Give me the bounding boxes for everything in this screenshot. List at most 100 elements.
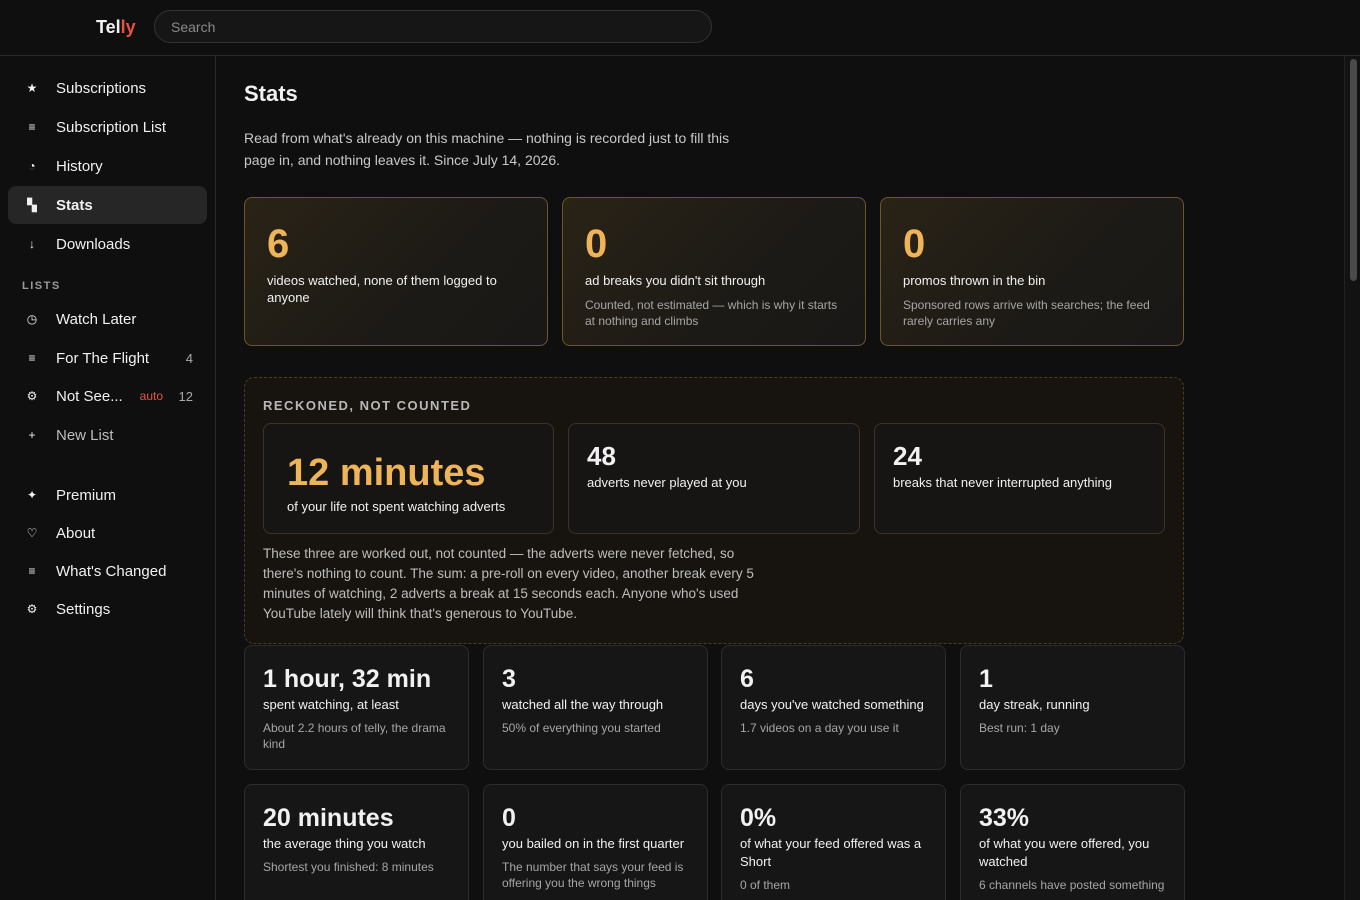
sidebar: ★ Subscriptions ≡ Subscription List ◔ Hi… — [0, 56, 216, 900]
sidebar-item-subscriptions[interactable]: ★ Subscriptions — [8, 69, 207, 107]
stat-label: the average thing you watch — [263, 836, 426, 851]
sidebar-item-label: New List — [56, 426, 114, 444]
sidebar-item-label: Premium — [56, 486, 117, 504]
sidebar-item-label: Not See... — [56, 387, 123, 405]
stat-card-days-watched: 6 days you've watched something 1.7 vide… — [721, 645, 946, 770]
stat-value: 24 — [893, 441, 922, 471]
stat-label: spent watching, at least — [263, 697, 399, 712]
section-title: RECKONED, NOT COUNTED — [263, 398, 472, 413]
sidebar-item-label: History — [56, 157, 103, 175]
sidebar-item-label: About — [56, 524, 96, 542]
stat-value: 0 — [502, 804, 516, 832]
stat-note: About 2.2 hours of telly, the drama kind — [263, 721, 446, 751]
sidebar-item-label: Subscription List — [56, 118, 167, 136]
stat-note: 0 of them — [740, 878, 791, 892]
stat-label: you bailed on in the first quarter — [502, 836, 685, 851]
sidebar-item-label: Subscriptions — [56, 79, 147, 97]
stat-note: Sponsored rows arrive with searches; the… — [903, 298, 1150, 328]
stat-value: 6 — [267, 222, 290, 266]
sidebar-item-label: For The Flight — [56, 349, 150, 367]
sidebar-item-label: Settings — [56, 600, 111, 618]
stat-label: ad breaks you didn't sit through — [585, 273, 766, 288]
stat-value: 1 hour, 32 min — [263, 665, 432, 693]
heart-icon: ♡ — [26, 526, 38, 540]
reckoned-explanation: These three are worked out, not counted … — [263, 546, 754, 621]
stat-card-streak: 1 day streak, running Best run: 1 day — [960, 645, 1185, 770]
lists-section-label: LISTS — [22, 280, 61, 292]
list-icon: ≡ — [28, 120, 36, 134]
stat-label: of what your feed offered was a Short — [740, 836, 922, 869]
stat-note: 50% of everything you started — [502, 721, 661, 735]
stat-note: Shortest you finished: 8 minutes — [263, 860, 434, 874]
stat-note: 6 channels have posted something — [979, 878, 1165, 892]
sidebar-item-label: What's Changed — [56, 562, 167, 580]
sidebar-item-label: Watch Later — [56, 310, 137, 328]
sidebar-item-not-seen[interactable]: ⚙ Not See... auto 12 — [8, 377, 207, 415]
sidebar-item-about[interactable]: ♡ About — [8, 514, 207, 552]
logo-text: Tel — [96, 17, 121, 37]
scrollbar-thumb[interactable] — [1350, 59, 1357, 281]
sidebar-item-whats-changed[interactable]: ≡ What's Changed — [8, 552, 207, 590]
stats-page: Stats Read from what's already on this m… — [216, 56, 1344, 900]
list-count: 12 — [178, 388, 193, 404]
stat-value: 6 — [740, 665, 754, 693]
sidebar-item-watch-later[interactable]: ◷ Watch Later — [8, 300, 207, 338]
new-list-button[interactable]: + New List — [8, 416, 207, 454]
list-icon: ≡ — [28, 564, 36, 578]
search-input[interactable] — [154, 10, 712, 43]
stat-value: 1 — [979, 665, 993, 693]
stat-card-bailed: 0 you bailed on in the first quarter The… — [483, 784, 708, 900]
sidebar-item-settings[interactable]: ⚙ Settings — [8, 590, 207, 628]
stat-value: 20 minutes — [263, 804, 394, 832]
reckoned-section: RECKONED, NOT COUNTED 12 minutes of your… — [244, 377, 1184, 644]
gear-icon: ⚙ — [26, 389, 38, 403]
stat-value: 0 — [903, 222, 926, 266]
stat-label: watched all the way through — [502, 697, 664, 712]
stat-label: of your life not spent watching adverts — [287, 499, 506, 514]
reckoned-card-time-saved: 12 minutes of your life not spent watchi… — [263, 423, 554, 534]
app-logo[interactable]: Telly — [96, 17, 136, 38]
sidebar-item-premium[interactable]: ✦ Premium — [8, 476, 207, 514]
stat-label: videos watched, none of them logged to a… — [267, 273, 497, 305]
bar-chart-icon: ▚ — [27, 198, 37, 212]
plus-icon: + — [28, 428, 36, 442]
stat-note: Counted, not estimated — which is why it… — [585, 298, 838, 328]
reckoned-card-breaks: 24 breaks that never interrupted anythin… — [874, 423, 1165, 534]
hero-card-ad-breaks: 0 ad breaks you didn't sit through Count… — [562, 197, 866, 346]
stat-label: of what you were offered, you watched — [979, 836, 1150, 869]
stat-card-completed: 3 watched all the way through 50% of eve… — [483, 645, 708, 770]
stat-label: adverts never played at you — [587, 475, 747, 490]
list-count: 4 — [185, 350, 193, 366]
hero-card-videos-watched: 6 videos watched, none of them logged to… — [244, 197, 548, 346]
stat-note: The number that says your feed is offeri… — [502, 860, 684, 890]
list-icon: ≡ — [28, 351, 36, 365]
scrollbar[interactable] — [1344, 56, 1360, 900]
sparkle-icon: ✦ — [26, 488, 38, 502]
hero-card-promos: 0 promos thrown in the bin Sponsored row… — [880, 197, 1184, 346]
stat-value: 48 — [587, 441, 616, 471]
stat-value: 3 — [502, 665, 516, 693]
stat-value: 33% — [979, 804, 1030, 832]
sidebar-item-downloads[interactable]: ↓ Downloads — [8, 225, 207, 263]
sidebar-item-history[interactable]: ◔ History — [8, 147, 207, 185]
sidebar-item-subscription-list[interactable]: ≡ Subscription List — [8, 108, 207, 146]
reckoned-card-adverts: 48 adverts never played at you — [568, 423, 860, 534]
top-bar: Telly — [0, 0, 1360, 56]
sidebar-item-stats[interactable]: ▚ Stats — [8, 186, 207, 224]
clock-icon: ◷ — [26, 312, 38, 326]
download-arrow-icon: ↓ — [29, 237, 35, 251]
logo-accent-text: ly — [120, 17, 136, 37]
page-title: Stats — [244, 81, 298, 106]
stat-value: 12 minutes — [287, 452, 486, 494]
stat-label: days you've watched something — [740, 697, 924, 712]
stat-note: 1.7 videos on a day you use it — [740, 721, 899, 735]
stat-label: day streak, running — [979, 697, 1090, 712]
star-icon: ★ — [26, 81, 38, 95]
clock-icon: ◔ — [28, 159, 36, 173]
stat-label: breaks that never interrupted anything — [893, 475, 1112, 490]
sidebar-item-for-the-flight[interactable]: ≡ For The Flight 4 — [8, 339, 207, 377]
gear-icon: ⚙ — [26, 602, 38, 616]
stat-card-time-watched: 1 hour, 32 min spent watching, at least … — [244, 645, 469, 770]
stat-value: 0% — [740, 804, 777, 832]
sidebar-item-label: Downloads — [56, 235, 131, 253]
